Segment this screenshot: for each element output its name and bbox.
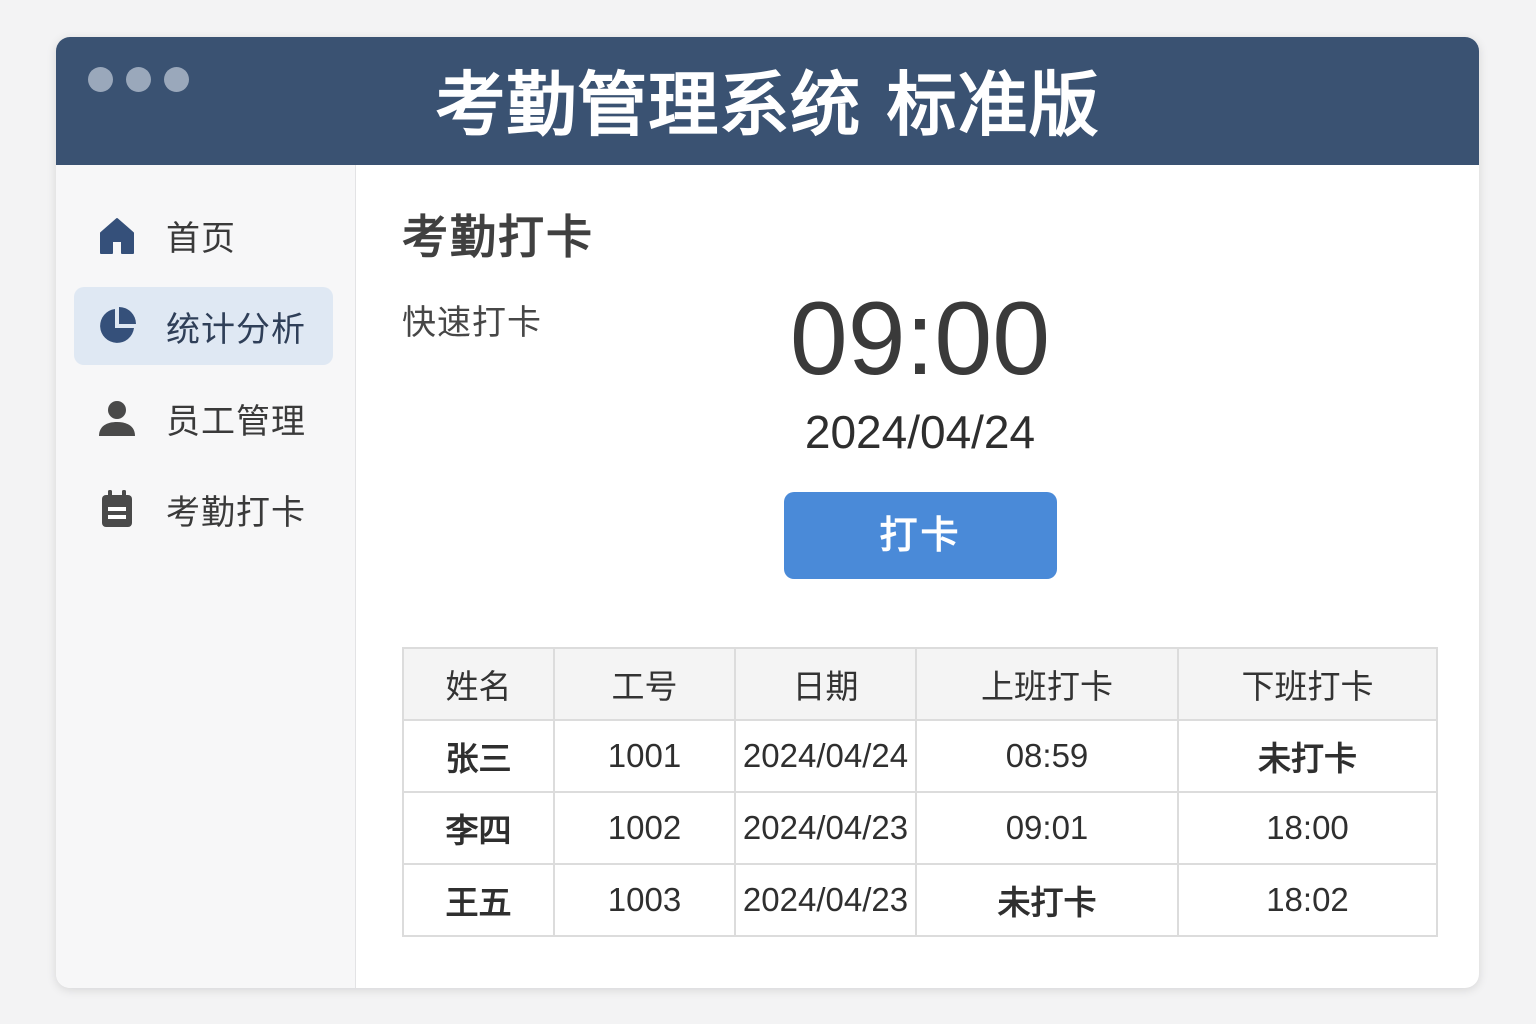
- attendance-table: 姓名 工号 日期 上班打卡 下班打卡 张三 1001 2024/04/24 08…: [402, 647, 1438, 937]
- cell-name: 李四: [402, 791, 555, 865]
- cell-id: 1002: [553, 791, 736, 865]
- table-row[interactable]: 李四 1002 2024/04/23 09:01 18:00: [402, 791, 1438, 865]
- app-window: 考勤管理系统 标准版 首页 统计分析 员工管理 考勤打卡 考勤打卡 快速打卡 0…: [56, 37, 1479, 988]
- cell-date: 2024/04/23: [734, 791, 917, 865]
- sidebar-item-attendance[interactable]: 考勤打卡: [74, 470, 333, 548]
- sidebar-item-label: 员工管理: [166, 401, 306, 442]
- cell-name: 张三: [402, 719, 555, 793]
- cell-date: 2024/04/24: [734, 719, 917, 793]
- column-header-clock-out: 下班打卡: [1177, 647, 1438, 721]
- sidebar-item-label: 考勤打卡: [166, 492, 306, 533]
- table-row[interactable]: 张三 1001 2024/04/24 08:59 未打卡: [402, 719, 1438, 793]
- clock-time: 09:00: [789, 281, 1051, 397]
- table-row[interactable]: 王五 1003 2024/04/23 未打卡 18:02: [402, 863, 1438, 937]
- cell-clock-in: 未打卡: [915, 863, 1179, 937]
- quick-punch-label: 快速打卡: [402, 303, 542, 343]
- home-icon: [96, 214, 138, 256]
- sidebar-item-statistics[interactable]: 统计分析: [74, 287, 333, 365]
- cell-id: 1001: [553, 719, 736, 793]
- sidebar-item-label: 首页: [166, 218, 236, 259]
- cell-name: 王五: [402, 863, 555, 937]
- punch-button[interactable]: 打卡: [784, 492, 1057, 579]
- cell-clock-in: 08:59: [915, 719, 1179, 793]
- pie-chart-icon: [96, 305, 138, 347]
- cell-date: 2024/04/23: [734, 863, 917, 937]
- cell-clock-out: 未打卡: [1177, 719, 1438, 793]
- clipboard-icon: [96, 488, 138, 530]
- cell-id: 1003: [553, 863, 736, 937]
- app-title: 考勤管理系统 标准版: [435, 64, 1100, 146]
- main-content: 考勤打卡 快速打卡 09:00 2024/04/24 打卡 姓名 工号 日期 上…: [356, 165, 1479, 988]
- sidebar-item-home[interactable]: 首页: [74, 196, 333, 274]
- cell-clock-out: 18:00: [1177, 791, 1438, 865]
- sidebar-item-label: 统计分析: [166, 309, 306, 350]
- column-header-clock-in: 上班打卡: [915, 647, 1179, 721]
- sidebar: 首页 统计分析 员工管理 考勤打卡: [56, 165, 356, 988]
- title-bar: 考勤管理系统 标准版: [56, 37, 1479, 165]
- column-header-date: 日期: [734, 647, 917, 721]
- page-title: 考勤打卡: [402, 210, 594, 264]
- clock-date: 2024/04/24: [804, 406, 1036, 458]
- table-header-row: 姓名 工号 日期 上班打卡 下班打卡: [402, 647, 1438, 721]
- user-icon: [96, 397, 138, 439]
- sidebar-item-employees[interactable]: 员工管理: [74, 379, 333, 457]
- column-header-id: 工号: [553, 647, 736, 721]
- column-header-name: 姓名: [402, 647, 555, 721]
- cell-clock-out: 18:02: [1177, 863, 1438, 937]
- cell-clock-in: 09:01: [915, 791, 1179, 865]
